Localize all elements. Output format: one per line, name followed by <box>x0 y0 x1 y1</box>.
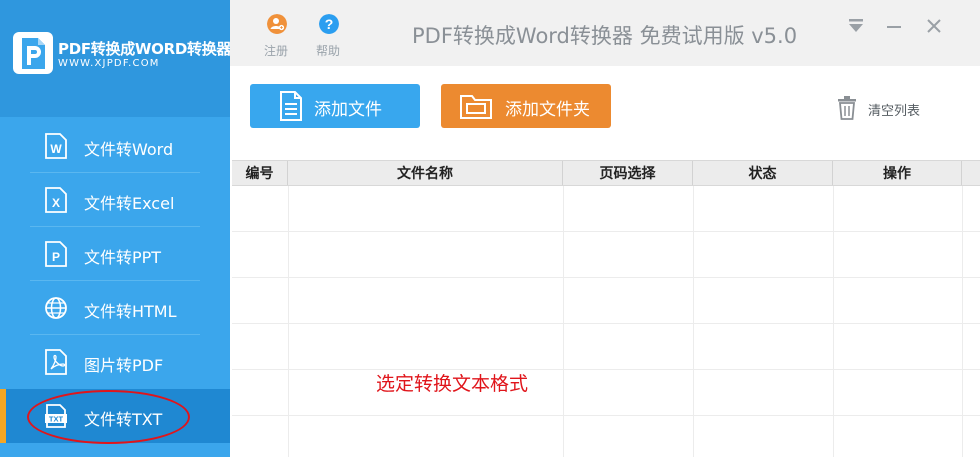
clear-list-label: 清空列表 <box>868 104 921 119</box>
close-icon[interactable] <box>922 14 946 38</box>
add-file-label: 添加文件 <box>314 100 382 120</box>
column-divider <box>563 186 564 457</box>
minimize-icon[interactable] <box>882 14 906 38</box>
sidebar: PDF转换成WORD转换器 WWW.XJPDF.COM W 文件转Word X … <box>0 0 232 457</box>
logo-url: WWW.XJPDF.COM <box>58 58 160 69</box>
nav-item-html[interactable]: 文件转HTML <box>0 281 230 335</box>
nav-item-excel[interactable]: X 文件转Excel <box>0 173 230 227</box>
excel-doc-icon: X <box>45 187 67 213</box>
nav-item-ppt[interactable]: P 文件转PPT <box>0 227 230 281</box>
svg-text:W: W <box>50 142 62 156</box>
logo-title: PDF转换成WORD转换器 <box>58 40 232 58</box>
svg-text:?: ? <box>325 16 334 32</box>
table-row <box>232 324 980 370</box>
column-divider <box>288 186 289 457</box>
nav-item-label: 文件转Word <box>84 140 174 159</box>
nav-item-word[interactable]: W 文件转Word <box>0 119 230 173</box>
annotation-text: 选定转换文本格式 <box>376 373 529 395</box>
table-row <box>232 186 980 232</box>
document-icon <box>280 91 302 121</box>
active-indicator <box>0 389 6 443</box>
add-folder-label: 添加文件夹 <box>505 100 590 120</box>
dropdown-menu-icon[interactable] <box>844 14 868 38</box>
svg-text:X: X <box>52 196 60 210</box>
pdf-doc-icon <box>45 349 67 375</box>
nav-item-label: 文件转HTML <box>84 302 177 321</box>
add-file-button[interactable]: 添加文件 <box>250 84 420 128</box>
clear-list-button[interactable]: 清空列表 <box>834 94 944 122</box>
globe-icon <box>45 297 67 319</box>
help-label: 帮助 <box>315 44 340 58</box>
table-row <box>232 370 980 416</box>
app-logo-icon <box>13 32 53 74</box>
column-header-status[interactable]: 状态 <box>693 161 833 185</box>
titlebar: 注册 ? 帮助 PDF转换成Word转换器 免费试用版 v5.0 <box>230 0 980 66</box>
column-header-page-selection[interactable]: 页码选择 <box>563 161 693 185</box>
column-header-index[interactable]: 编号 <box>232 161 288 185</box>
nav-item-label: 文件转Excel <box>84 194 175 213</box>
add-folder-button[interactable]: 添加文件夹 <box>441 84 611 128</box>
highlight-ellipse <box>27 390 190 444</box>
register-icon <box>267 14 287 34</box>
svg-text:P: P <box>52 250 60 264</box>
column-divider <box>833 186 834 457</box>
help-icon: ? <box>319 14 339 34</box>
ppt-doc-icon: P <box>45 241 67 267</box>
logo-area: PDF转换成WORD转换器 WWW.XJPDF.COM <box>0 0 232 117</box>
column-header-actions[interactable]: 操作 <box>833 161 962 185</box>
help-button[interactable]: ? 帮助 <box>308 12 348 60</box>
folder-icon <box>460 95 492 119</box>
column-header-filename[interactable]: 文件名称 <box>288 161 563 185</box>
column-divider <box>693 186 694 457</box>
file-table: 编号 文件名称 页码选择 状态 操作 <box>232 160 980 457</box>
table-header: 编号 文件名称 页码选择 状态 操作 <box>232 160 980 186</box>
table-row <box>232 278 980 324</box>
column-divider <box>962 186 963 457</box>
nav-item-image-to-pdf[interactable]: 图片转PDF <box>0 335 230 389</box>
nav-item-label: 文件转PPT <box>84 248 162 267</box>
nav-item-label: 图片转PDF <box>84 356 164 375</box>
app-title: PDF转换成Word转换器 免费试用版 v5.0 <box>412 24 798 48</box>
register-label: 注册 <box>263 44 288 58</box>
register-button[interactable]: 注册 <box>256 12 296 60</box>
word-doc-icon: W <box>45 133 67 159</box>
trash-icon <box>838 96 856 120</box>
table-row <box>232 232 980 278</box>
